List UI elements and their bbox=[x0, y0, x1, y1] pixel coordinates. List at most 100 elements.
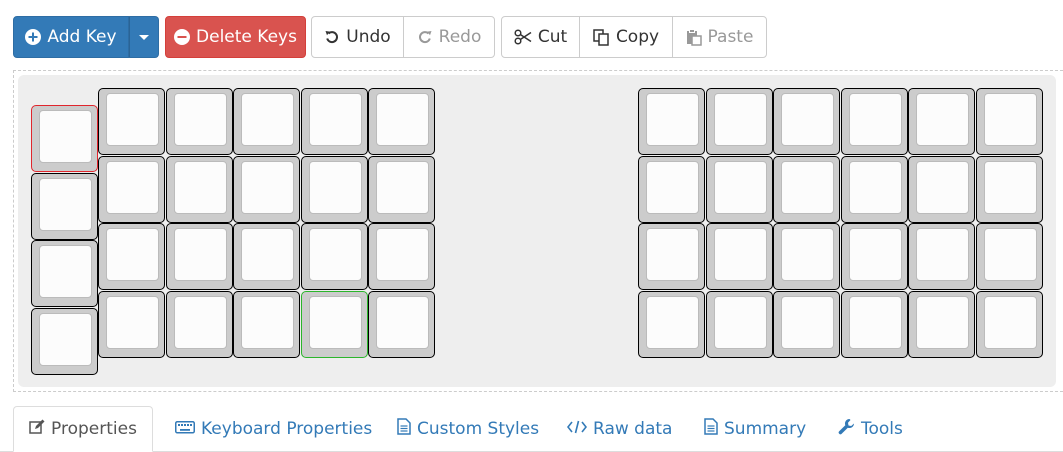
code-icon bbox=[566, 419, 588, 439]
key[interactable] bbox=[368, 155, 435, 223]
key[interactable] bbox=[368, 223, 435, 290]
tab-label: Tools bbox=[861, 419, 903, 439]
key[interactable] bbox=[233, 290, 300, 358]
tab-label: Properties bbox=[51, 419, 137, 439]
keycap bbox=[848, 228, 902, 281]
keycap bbox=[39, 177, 92, 231]
keycap bbox=[241, 160, 294, 214]
cut-label: Cut bbox=[537, 27, 568, 47]
keyboard-icon bbox=[175, 419, 195, 439]
key[interactable] bbox=[773, 88, 840, 155]
key[interactable] bbox=[98, 223, 165, 290]
key[interactable] bbox=[908, 290, 975, 358]
key[interactable] bbox=[840, 88, 908, 155]
key[interactable] bbox=[638, 223, 705, 290]
key[interactable] bbox=[368, 290, 435, 358]
keycap bbox=[308, 295, 362, 349]
tab-label: Custom Styles bbox=[417, 419, 540, 439]
key[interactable] bbox=[98, 155, 165, 223]
tab-keyboard-properties[interactable]: Keyboard Properties bbox=[175, 406, 372, 452]
key[interactable] bbox=[975, 223, 1043, 290]
key[interactable] bbox=[705, 88, 773, 155]
key[interactable] bbox=[233, 88, 300, 155]
add-key-dropdown-button[interactable] bbox=[129, 16, 159, 58]
undo-button[interactable]: Undo bbox=[311, 16, 404, 58]
key[interactable] bbox=[233, 155, 300, 223]
add-key-button[interactable]: Add Key bbox=[13, 16, 129, 58]
tab-summary[interactable]: Summary bbox=[704, 406, 806, 452]
key[interactable] bbox=[908, 223, 975, 290]
key[interactable] bbox=[98, 290, 165, 358]
tab-tools[interactable]: Tools bbox=[838, 406, 903, 452]
key[interactable] bbox=[165, 290, 233, 358]
document-icon bbox=[704, 418, 718, 440]
keycap bbox=[781, 228, 834, 281]
keycap bbox=[241, 228, 294, 281]
key[interactable] bbox=[908, 88, 975, 155]
keycap bbox=[106, 228, 159, 281]
key[interactable] bbox=[975, 155, 1043, 223]
key[interactable] bbox=[773, 290, 840, 358]
delete-keys-button[interactable]: Delete Keys bbox=[165, 16, 306, 58]
key[interactable] bbox=[31, 240, 98, 307]
key-selected[interactable] bbox=[31, 105, 98, 172]
redo-label: Redo bbox=[438, 27, 482, 47]
tab-custom-styles[interactable]: Custom Styles bbox=[397, 406, 539, 452]
keycap bbox=[241, 93, 294, 146]
key[interactable] bbox=[300, 223, 368, 290]
key[interactable] bbox=[31, 307, 98, 375]
keycap bbox=[983, 93, 1037, 146]
key[interactable] bbox=[368, 88, 435, 155]
keycap bbox=[916, 228, 969, 281]
tab-properties[interactable]: Properties bbox=[13, 406, 153, 452]
redo-button[interactable]: Redo bbox=[403, 16, 495, 58]
key[interactable] bbox=[98, 88, 165, 155]
key[interactable] bbox=[165, 155, 233, 223]
keycap bbox=[781, 160, 834, 214]
key[interactable] bbox=[165, 223, 233, 290]
scissors-icon bbox=[514, 29, 532, 45]
keycap bbox=[241, 295, 294, 349]
key[interactable] bbox=[638, 155, 705, 223]
keycap bbox=[376, 228, 429, 281]
copy-button[interactable]: Copy bbox=[579, 16, 673, 58]
key[interactable] bbox=[300, 88, 368, 155]
key[interactable] bbox=[638, 290, 705, 358]
keycap bbox=[106, 295, 159, 349]
edit-icon bbox=[29, 419, 45, 440]
key[interactable] bbox=[165, 88, 233, 155]
keycap bbox=[713, 295, 767, 349]
keycap bbox=[713, 228, 767, 281]
keycap bbox=[106, 93, 159, 146]
key[interactable] bbox=[233, 223, 300, 290]
keycap bbox=[916, 160, 969, 214]
key[interactable] bbox=[705, 223, 773, 290]
key[interactable] bbox=[840, 223, 908, 290]
keycap bbox=[848, 93, 902, 146]
key[interactable] bbox=[773, 155, 840, 223]
keycap bbox=[173, 160, 227, 214]
keycap bbox=[376, 93, 429, 146]
key[interactable] bbox=[705, 155, 773, 223]
keycap bbox=[376, 160, 429, 214]
keycap bbox=[646, 295, 699, 349]
keycap bbox=[106, 160, 159, 214]
key-highlighted[interactable] bbox=[300, 290, 368, 358]
key[interactable] bbox=[975, 290, 1043, 358]
undo-label: Undo bbox=[346, 27, 391, 47]
key[interactable] bbox=[773, 223, 840, 290]
copy-label: Copy bbox=[615, 27, 660, 47]
keycap bbox=[983, 295, 1037, 349]
paste-button[interactable]: Paste bbox=[672, 16, 767, 58]
key[interactable] bbox=[638, 88, 705, 155]
key[interactable] bbox=[975, 88, 1043, 155]
plus-circle-icon bbox=[25, 29, 42, 45]
key[interactable] bbox=[705, 290, 773, 358]
key[interactable] bbox=[300, 155, 368, 223]
key[interactable] bbox=[31, 172, 98, 240]
key[interactable] bbox=[908, 155, 975, 223]
cut-button[interactable]: Cut bbox=[501, 16, 580, 58]
tab-raw-data[interactable]: Raw data bbox=[566, 406, 672, 452]
key[interactable] bbox=[840, 290, 908, 358]
key[interactable] bbox=[840, 155, 908, 223]
